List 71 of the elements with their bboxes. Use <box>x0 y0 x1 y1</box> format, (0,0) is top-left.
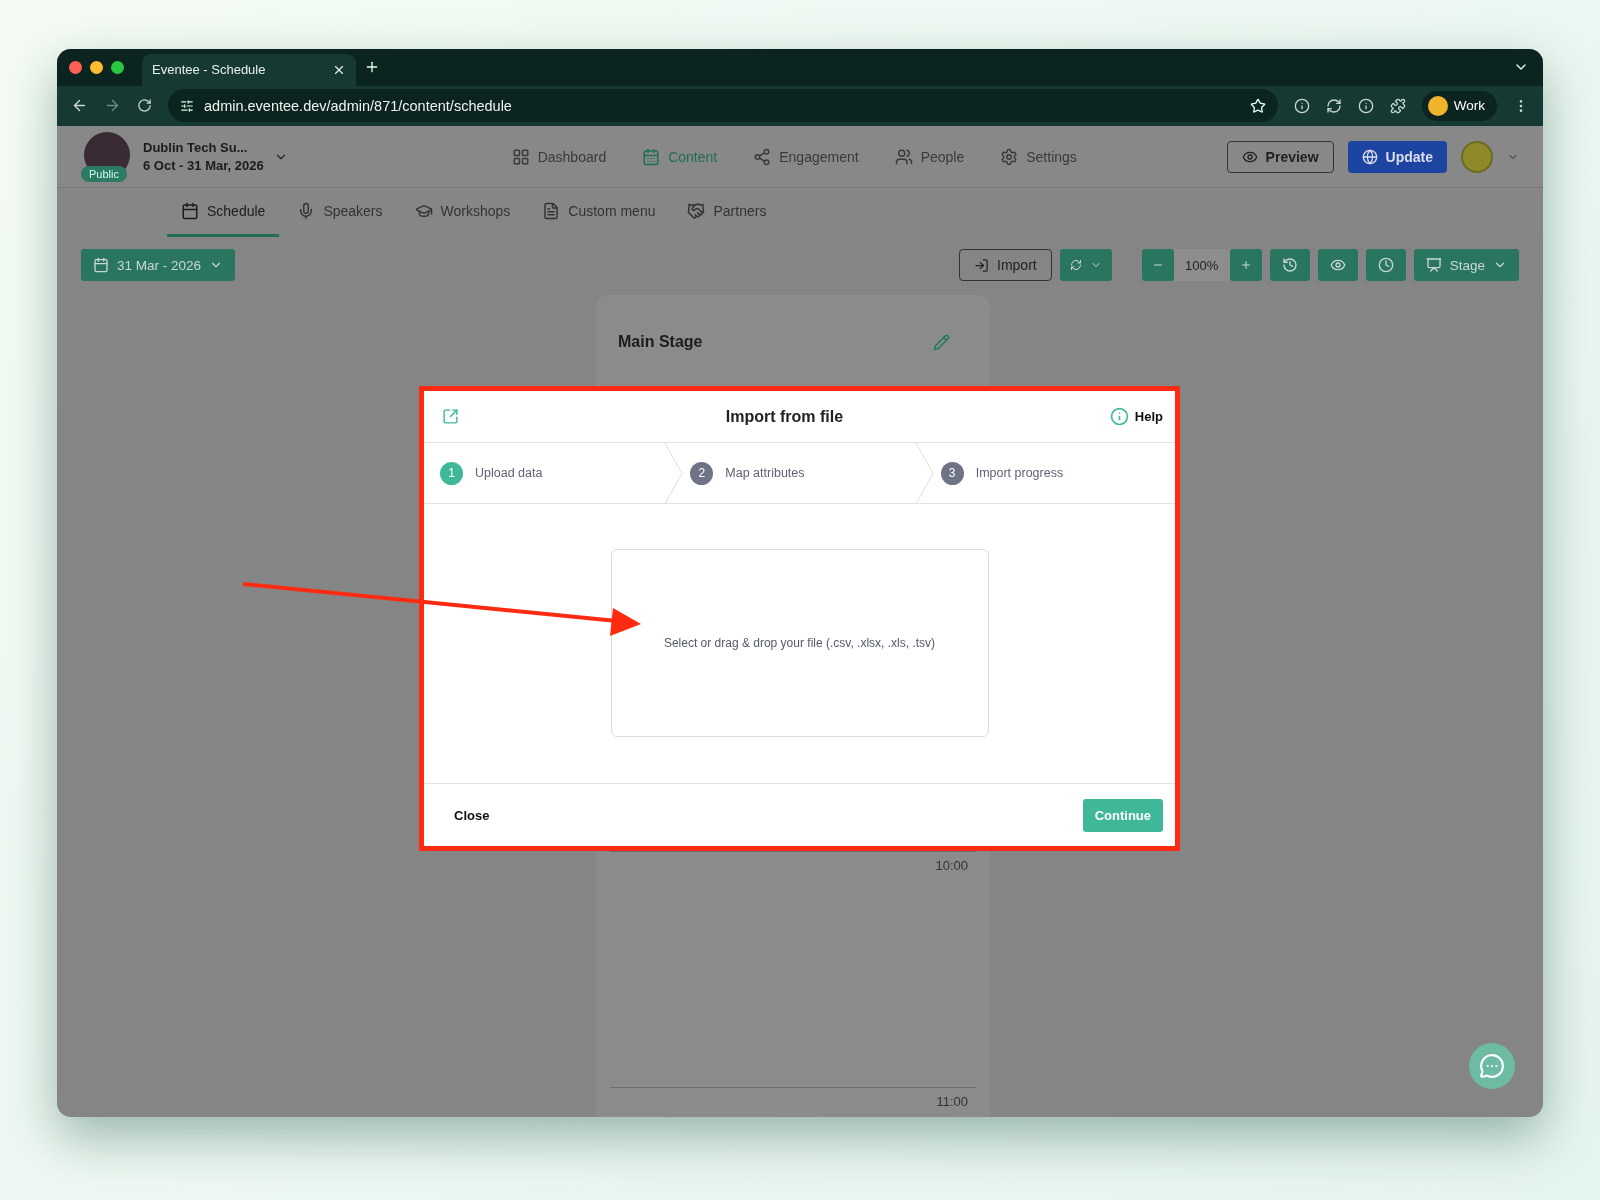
calendar-icon <box>642 147 661 166</box>
url-text: admin.eventee.dev/admin/871/content/schedule <box>204 97 513 114</box>
subnav-tab[interactable]: Partners <box>673 188 781 237</box>
extension-icon[interactable] <box>1357 97 1374 114</box>
presentation-icon <box>1425 257 1442 273</box>
extensions-icon[interactable] <box>1389 97 1406 114</box>
file-drop-zone[interactable]: Select or drag & drop your file (.csv, .xlsx, .xls, .tsv) <box>610 549 989 737</box>
clock-button[interactable] <box>1365 249 1406 281</box>
calendar-icon <box>93 257 109 273</box>
subnav-tab[interactable]: Workshops <box>400 188 525 237</box>
close-button[interactable]: Close <box>448 806 496 824</box>
chat-icon <box>1479 1053 1505 1079</box>
document-icon <box>542 202 561 220</box>
step-number: 1 <box>440 461 463 485</box>
chat-button[interactable] <box>1469 1043 1515 1089</box>
time-label: 10:00 <box>935 858 968 875</box>
dialog-title: Import from file <box>724 407 845 426</box>
info-icon <box>1109 407 1129 426</box>
subnav-tab[interactable]: Speakers <box>283 188 397 237</box>
tab-title: Eventee - Schedule <box>152 62 267 78</box>
people-icon <box>894 147 913 166</box>
step-number: 2 <box>690 461 714 485</box>
calendar-icon <box>181 202 199 220</box>
nav-item[interactable]: People <box>894 147 965 166</box>
profile-avatar-icon <box>1427 95 1448 116</box>
step-number: 3 <box>940 461 964 485</box>
zoom-level: 100% <box>1173 249 1230 281</box>
history-button[interactable] <box>1269 249 1310 281</box>
visibility-button[interactable] <box>1317 249 1358 281</box>
nav-item[interactable]: Dashboard <box>511 147 607 166</box>
stage-title: Main Stage <box>618 333 703 351</box>
extension-icon[interactable] <box>1293 97 1310 114</box>
import-button[interactable]: Import <box>959 249 1052 281</box>
eye-icon <box>1329 257 1346 273</box>
preview-button[interactable]: Preview <box>1226 140 1334 173</box>
window-close-button[interactable] <box>69 60 82 74</box>
plus-icon <box>1239 259 1252 271</box>
handshake-icon <box>687 202 706 220</box>
view-dropdown[interactable]: Stage <box>1413 249 1519 281</box>
reload-icon[interactable] <box>137 98 152 114</box>
grid-icon <box>511 147 530 166</box>
subnav-tab[interactable]: Schedule <box>167 188 280 237</box>
continue-button[interactable]: Continue <box>1082 798 1163 832</box>
history-icon <box>1281 257 1298 273</box>
step-label: Import progress <box>975 466 1064 480</box>
nav-item[interactable]: Engagement <box>753 147 859 166</box>
window-minimize-button[interactable] <box>90 60 103 74</box>
step-label: Map attributes <box>725 466 805 480</box>
nav-item[interactable]: Settings <box>1000 147 1077 166</box>
bookmark-icon[interactable] <box>1249 97 1266 114</box>
site-settings-icon[interactable] <box>180 98 194 113</box>
update-button[interactable]: Update <box>1347 140 1447 173</box>
profile-button[interactable]: Work <box>1421 90 1497 121</box>
subnav-tab[interactable]: Custom menu <box>528 188 670 237</box>
event-dates: 6 Oct - 31 Mar, 2026 <box>143 158 264 173</box>
extension-icon[interactable] <box>1325 97 1342 114</box>
import-icon <box>974 257 990 273</box>
refresh-icon <box>1069 259 1082 271</box>
address-bar[interactable]: admin.eventee.dev/admin/871/content/schedule <box>168 89 1278 123</box>
window-maximize-button[interactable] <box>111 60 124 74</box>
step-label: Upload data <box>475 466 543 480</box>
graduation-cap-icon <box>414 202 433 220</box>
date-picker[interactable]: 31 Mar - 2026 <box>81 249 236 281</box>
event-name: Dublin Tech Su... <box>143 140 249 155</box>
clock-icon <box>1377 257 1394 273</box>
globe-icon <box>1361 148 1378 165</box>
time-label: 11:00 <box>936 1094 968 1111</box>
browser-tab[interactable]: Eventee - Schedule <box>142 53 356 86</box>
help-link[interactable]: Help <box>1109 407 1163 426</box>
settings-icon <box>1000 147 1019 166</box>
share-icon <box>753 147 772 166</box>
